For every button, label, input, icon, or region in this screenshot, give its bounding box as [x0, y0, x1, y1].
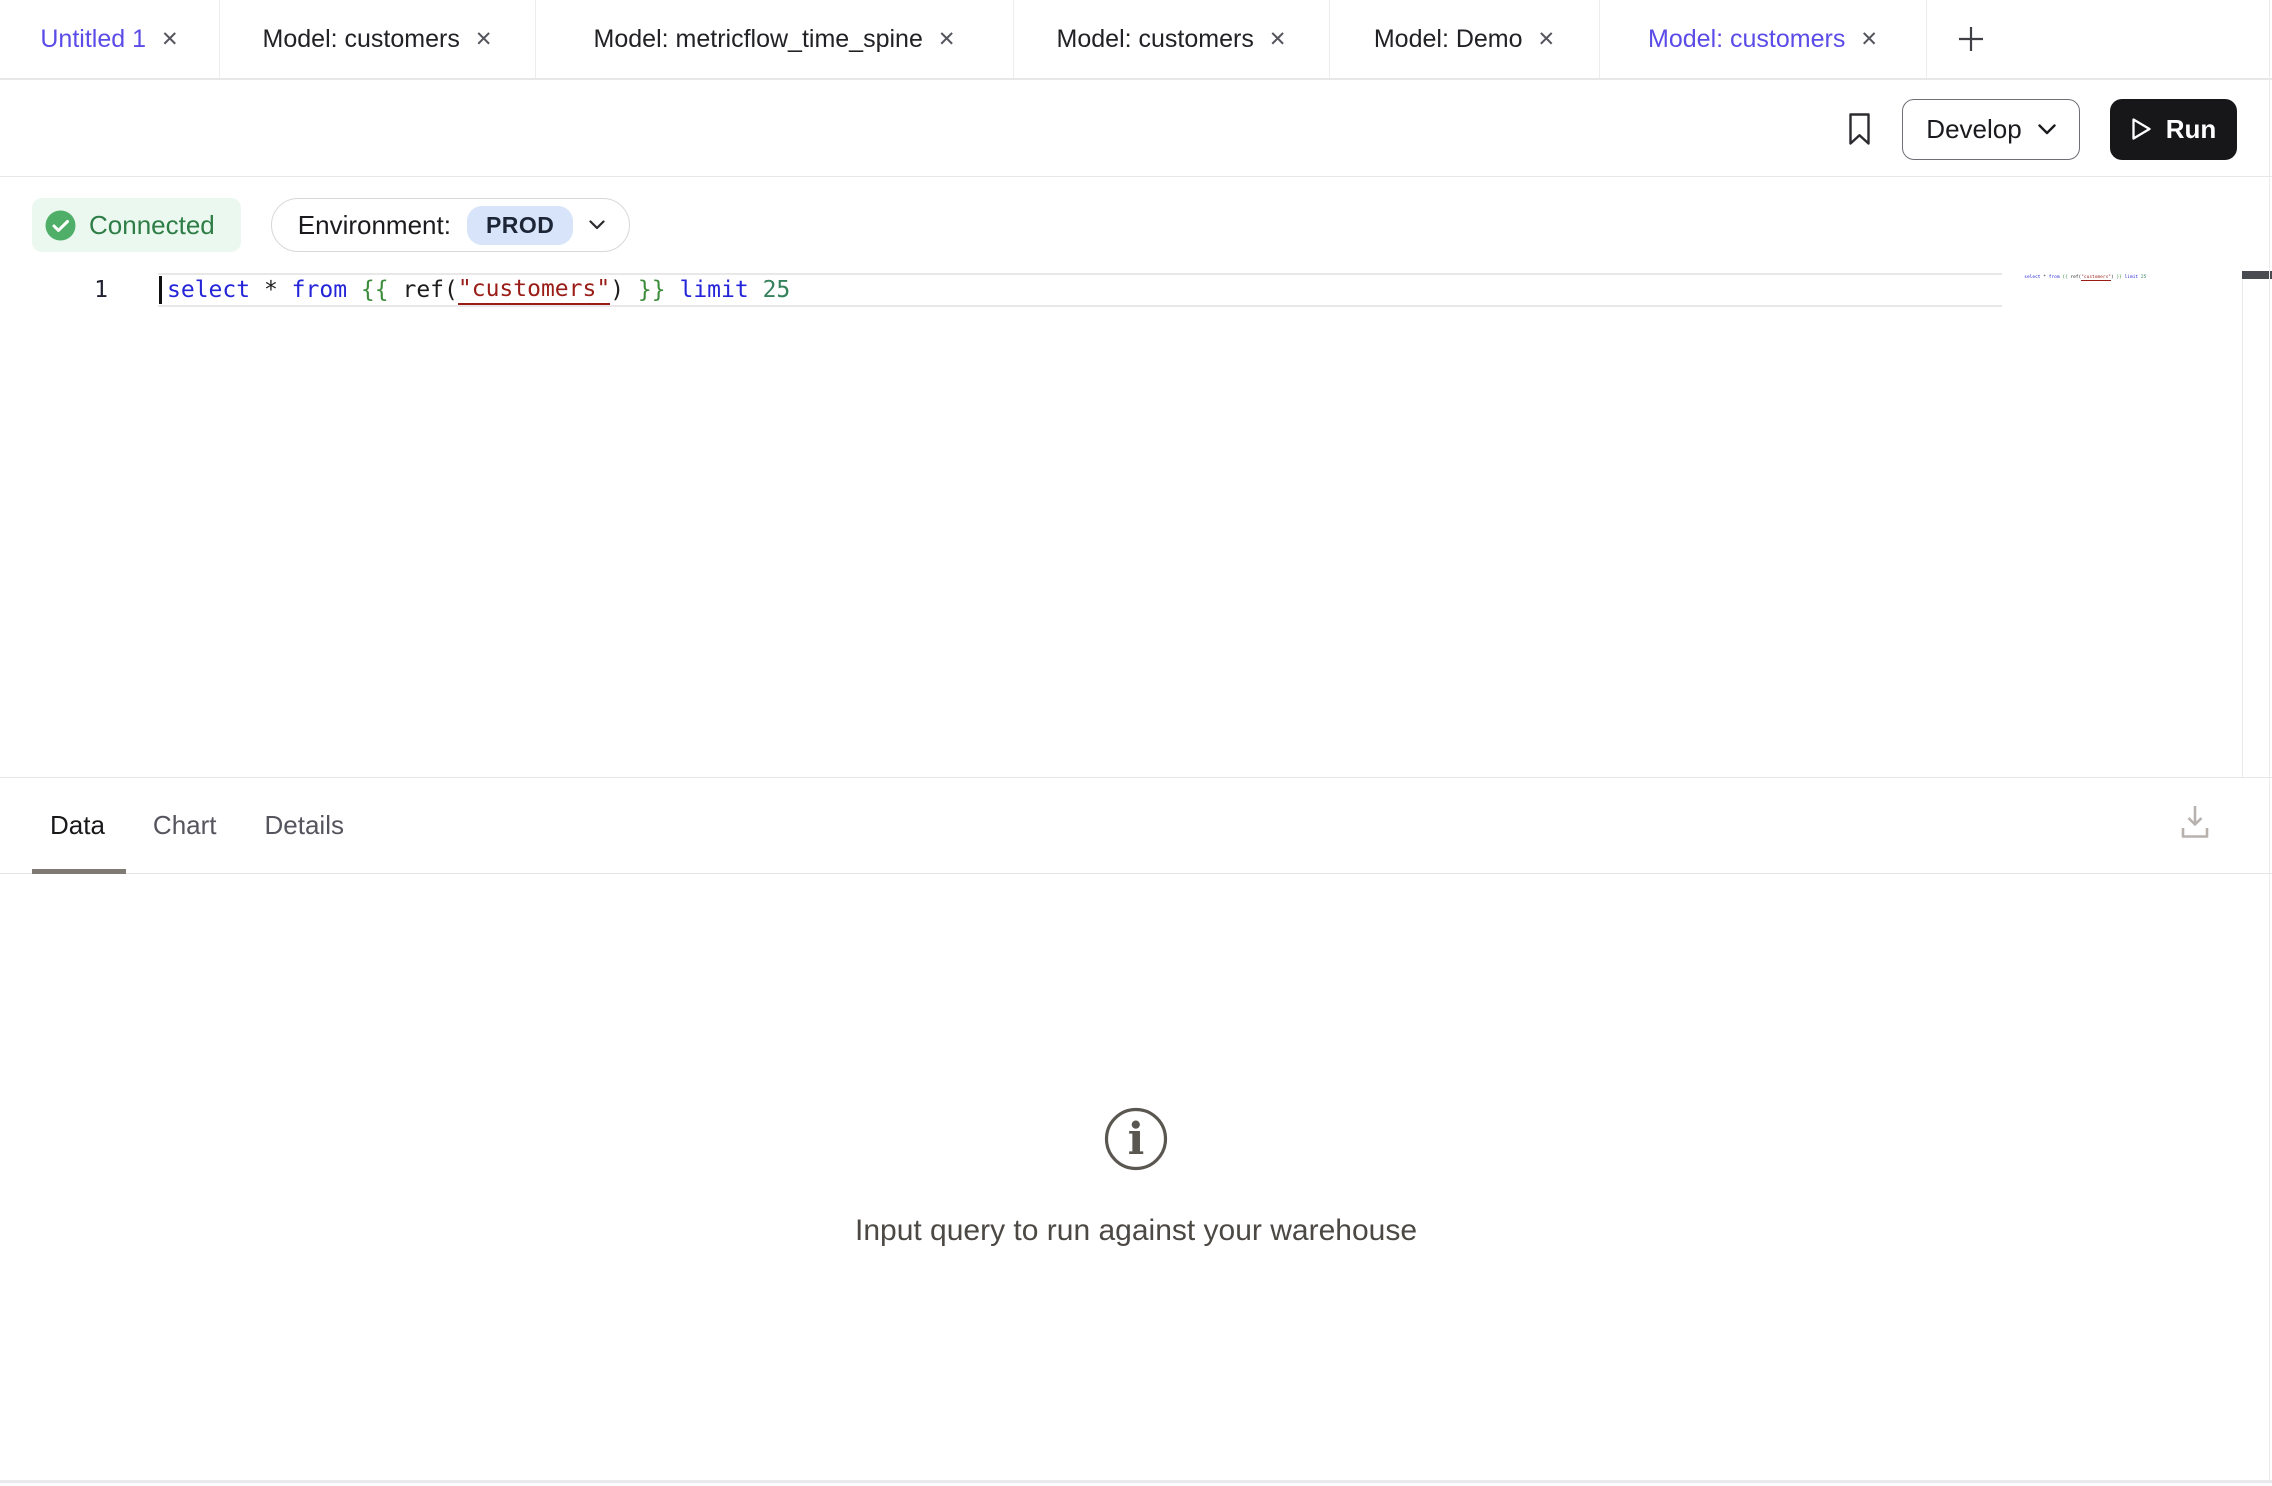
environment-label: Environment: [298, 210, 451, 241]
toolbar: Develop Run [0, 82, 2272, 177]
run-label: Run [2166, 114, 2217, 145]
editor-scrollbar-track [2242, 274, 2243, 777]
code-editor-section: Connected Environment: PROD 1 select * f… [0, 178, 2272, 777]
code-token: }} [638, 277, 666, 303]
download-button[interactable] [2178, 800, 2212, 847]
line-number: 1 [70, 277, 108, 303]
code-line[interactable]: select * from {{ ref("customers") }} lim… [158, 273, 2002, 307]
window-right-border [2269, 0, 2270, 1480]
code-token: from [292, 277, 347, 303]
chevron-down-icon [589, 220, 605, 230]
results-tab-bar: Data Chart Details [0, 778, 2272, 874]
close-icon[interactable]: ✕ [938, 29, 956, 50]
code-token: ) [610, 277, 638, 303]
code-token-ref-link[interactable]: "customers" [458, 276, 610, 305]
editor-tab-bar: Untitled 1 ✕ Model: customers ✕ Model: m… [0, 0, 2272, 80]
editor-tab[interactable]: Model: customers ✕ [1014, 0, 1330, 78]
text-cursor [159, 276, 162, 304]
tab-label: Untitled 1 [40, 25, 146, 54]
run-button[interactable]: Run [2110, 99, 2237, 160]
close-icon[interactable]: ✕ [475, 29, 493, 50]
empty-state-message: Input query to run against your warehous… [855, 1214, 1417, 1248]
tab-details[interactable]: Details [265, 810, 344, 841]
svg-text:i: i [1128, 1114, 1145, 1165]
empty-state: i Input query to run against your wareho… [0, 1106, 2272, 1248]
info-circle-icon: i [1103, 1106, 1169, 1172]
editor-tab[interactable]: Model: customers ✕ [220, 0, 536, 78]
code-token [666, 277, 680, 303]
develop-label: Develop [1926, 114, 2021, 145]
tab-label: Model: Demo [1374, 25, 1523, 54]
active-tab-underline [32, 869, 126, 874]
editor-tab[interactable]: Model: Demo ✕ [1330, 0, 1600, 78]
connection-status-badge: Connected [32, 198, 241, 252]
code-token: * [264, 277, 278, 303]
editor-minimap[interactable]: select * from {{ ref("customers") }} lim… [2008, 270, 2234, 284]
results-panel: Data Chart Details i Input query to run … [0, 777, 2272, 1486]
environment-value-badge: PROD [467, 206, 573, 245]
code-token: ref( [389, 277, 458, 303]
code-token: select [167, 277, 250, 303]
tab-label: Model: customers [1648, 25, 1845, 54]
scrollbar-thumb[interactable] [2242, 271, 2272, 279]
environment-selector[interactable]: Environment: PROD [271, 198, 631, 252]
tab-chart[interactable]: Chart [153, 810, 217, 841]
tab-label: Model: customers [1057, 25, 1254, 54]
code-token: 25 [763, 277, 791, 303]
bookmark-button[interactable] [1847, 112, 1872, 146]
close-icon[interactable]: ✕ [1269, 29, 1287, 50]
develop-button[interactable]: Develop [1902, 99, 2080, 160]
bookmark-icon [1847, 112, 1872, 146]
tab-data[interactable]: Data [50, 810, 105, 841]
code-token [347, 277, 361, 303]
close-icon[interactable]: ✕ [1860, 29, 1878, 50]
editor-tab[interactable]: Model: customers ✕ [1600, 0, 1927, 78]
bottom-divider [0, 1480, 2272, 1483]
close-icon[interactable]: ✕ [161, 29, 179, 50]
code-token [749, 277, 763, 303]
status-row: Connected Environment: PROD [32, 198, 630, 252]
plus-icon [1955, 23, 1987, 55]
editor-tab[interactable]: Untitled 1 ✕ [0, 0, 220, 78]
play-icon [2131, 117, 2152, 141]
ide-window: Untitled 1 ✕ Model: customers ✕ Model: m… [0, 0, 2272, 1486]
editor-tab[interactable]: Model: metricflow_time_spine ✕ [536, 0, 1014, 78]
code-token: {{ [361, 277, 389, 303]
code-token: limit [679, 277, 748, 303]
tab-label: Model: metricflow_time_spine [594, 25, 923, 54]
check-circle-icon [45, 210, 76, 241]
connection-status-label: Connected [89, 210, 215, 241]
download-icon [2178, 800, 2212, 844]
tab-label: Model: customers [263, 25, 460, 54]
code-token [278, 277, 292, 303]
close-icon[interactable]: ✕ [1538, 29, 1556, 50]
code-token [250, 277, 264, 303]
chevron-down-icon [2038, 124, 2056, 135]
new-tab-button[interactable] [1955, 0, 1987, 78]
